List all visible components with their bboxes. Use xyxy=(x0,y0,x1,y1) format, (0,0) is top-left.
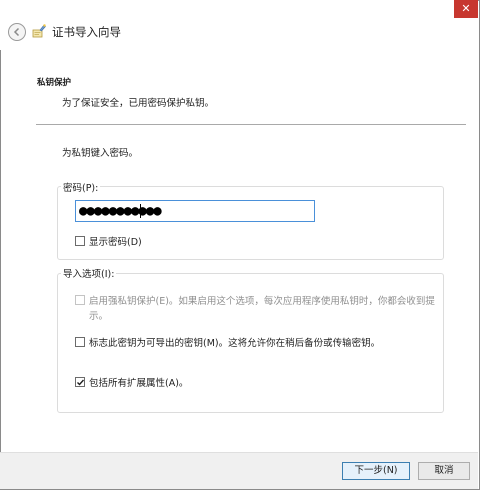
certificate-wizard-icon xyxy=(31,23,47,39)
exportable-key-label[interactable]: 标志此密钥为可导出的密钥(M)。这将允许你在稍后备份或传输密钥。 xyxy=(89,335,380,349)
back-arrow-icon xyxy=(13,27,20,37)
back-button[interactable] xyxy=(8,23,26,41)
cancel-button[interactable]: 取消 xyxy=(418,462,470,480)
title-bar: 证书导入向导 ✕ xyxy=(0,0,478,50)
instruction-text: 为私钥键入密码。 xyxy=(62,148,139,159)
exportable-key-checkbox[interactable] xyxy=(75,337,85,347)
next-button[interactable]: 下一步(N) xyxy=(342,462,410,480)
password-input[interactable] xyxy=(75,200,315,222)
text-caret xyxy=(140,204,141,218)
close-button[interactable]: ✕ xyxy=(454,0,478,18)
import-options-label: 导入选项(I): xyxy=(61,266,117,280)
strong-protection-label: 启用强私钥保护(E)。如果启用这个选项，每次应用程序使用私钥时，你都会收到提 xyxy=(89,296,435,307)
show-password-label[interactable]: 显示密码(D) xyxy=(89,234,142,248)
strong-protection-label-cont: 示。 xyxy=(89,311,109,322)
include-extended-properties-checkbox[interactable] xyxy=(75,377,85,387)
close-icon: ✕ xyxy=(461,2,471,15)
include-extended-properties-label[interactable]: 包括所有扩展属性(A)。 xyxy=(89,375,188,389)
password-group xyxy=(57,186,444,260)
checkmark-icon xyxy=(77,379,85,386)
password-label: 密码(P): xyxy=(61,180,101,194)
section-description: 为了保证安全，已用密码保护私钥。 xyxy=(62,98,215,109)
show-password-checkbox[interactable] xyxy=(75,236,85,246)
window-title: 证书导入向导 xyxy=(52,25,121,39)
section-heading: 私钥保护 xyxy=(37,78,72,88)
strong-protection-checkbox[interactable] xyxy=(75,295,85,305)
header-divider xyxy=(36,124,466,125)
